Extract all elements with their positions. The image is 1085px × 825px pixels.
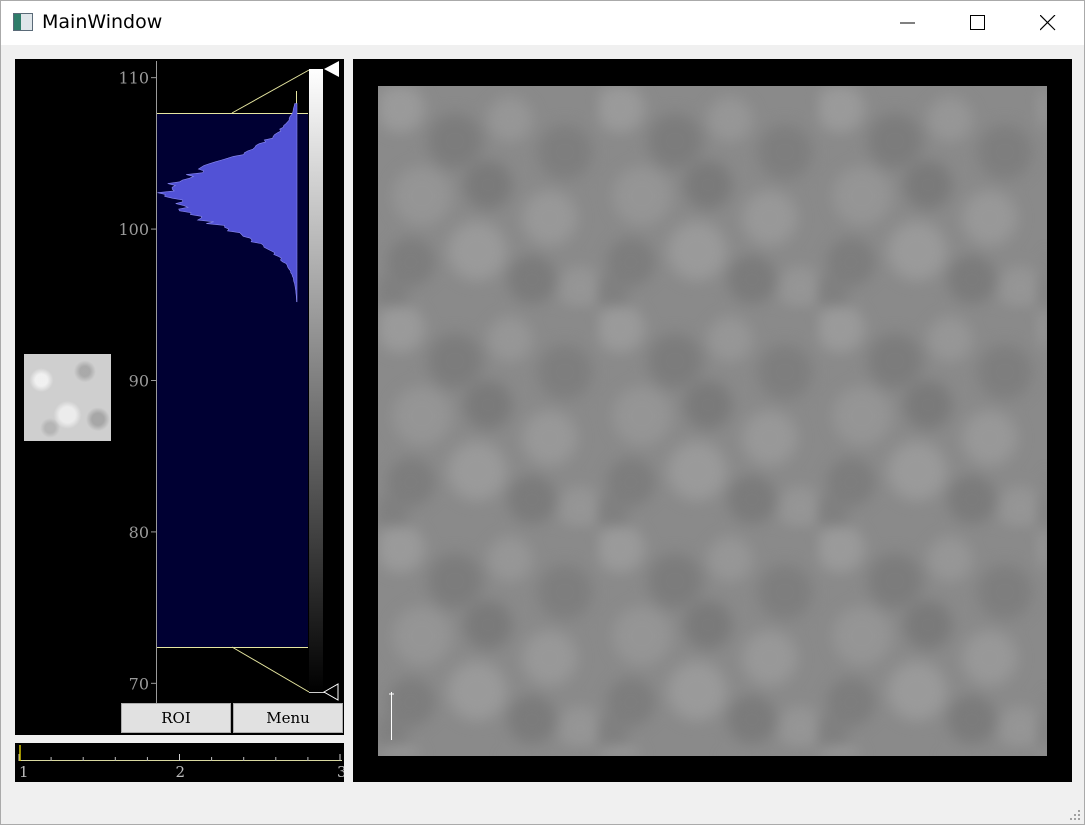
minimize-icon bbox=[900, 22, 915, 24]
timeline-slider[interactable]: 1 2 3 bbox=[15, 743, 347, 782]
axis-tick-label: 80 bbox=[129, 523, 149, 542]
image-view-panel[interactable] bbox=[353, 59, 1072, 782]
menu-button[interactable]: Menu bbox=[233, 703, 343, 733]
connector-top-line bbox=[231, 69, 310, 114]
timeline-axis: 1 2 3 bbox=[18, 745, 347, 781]
image-texture bbox=[378, 86, 1047, 756]
timeline-ticks: 1 2 3 bbox=[18, 754, 347, 781]
roi-button[interactable]: ROI bbox=[121, 703, 231, 733]
timeline-tick-label: 3 bbox=[337, 763, 344, 781]
maximize-icon bbox=[970, 15, 985, 30]
axis-tick-label: 100 bbox=[118, 220, 149, 239]
axis-tick-label: 90 bbox=[129, 371, 149, 390]
maximize-button[interactable] bbox=[943, 1, 1013, 45]
title-bar[interactable]: MainWindow bbox=[1, 1, 1084, 45]
status-bar bbox=[1, 791, 1084, 824]
main-window: MainWindow 110 100 90 80 70 ROI Menu 1 2… bbox=[0, 0, 1085, 825]
close-button[interactable] bbox=[1013, 1, 1083, 45]
app-icon bbox=[13, 13, 33, 31]
close-icon bbox=[1040, 15, 1056, 31]
axis-tick-label: 110 bbox=[118, 69, 149, 88]
window-title: MainWindow bbox=[42, 11, 163, 33]
timeline-tick-label: 1 bbox=[19, 763, 29, 781]
connector-bottom-line bbox=[231, 646, 310, 693]
white-level-handle[interactable] bbox=[324, 61, 339, 77]
timeline-tick-label: 2 bbox=[176, 763, 186, 781]
scale-bar-icon bbox=[389, 692, 394, 740]
gradient-bar[interactable] bbox=[309, 69, 323, 693]
histogram-panel: 110 100 90 80 70 ROI Menu bbox=[15, 59, 344, 735]
axis-ticks: 110 100 90 80 70 bbox=[118, 69, 157, 693]
histogram-lut-widget[interactable]: 110 100 90 80 70 bbox=[15, 59, 344, 703]
resize-grip-icon[interactable] bbox=[1070, 810, 1080, 820]
axis-tick-label: 70 bbox=[129, 674, 149, 693]
minimize-button[interactable] bbox=[873, 1, 943, 45]
black-level-handle[interactable] bbox=[322, 683, 339, 701]
noise-image[interactable] bbox=[378, 86, 1047, 756]
